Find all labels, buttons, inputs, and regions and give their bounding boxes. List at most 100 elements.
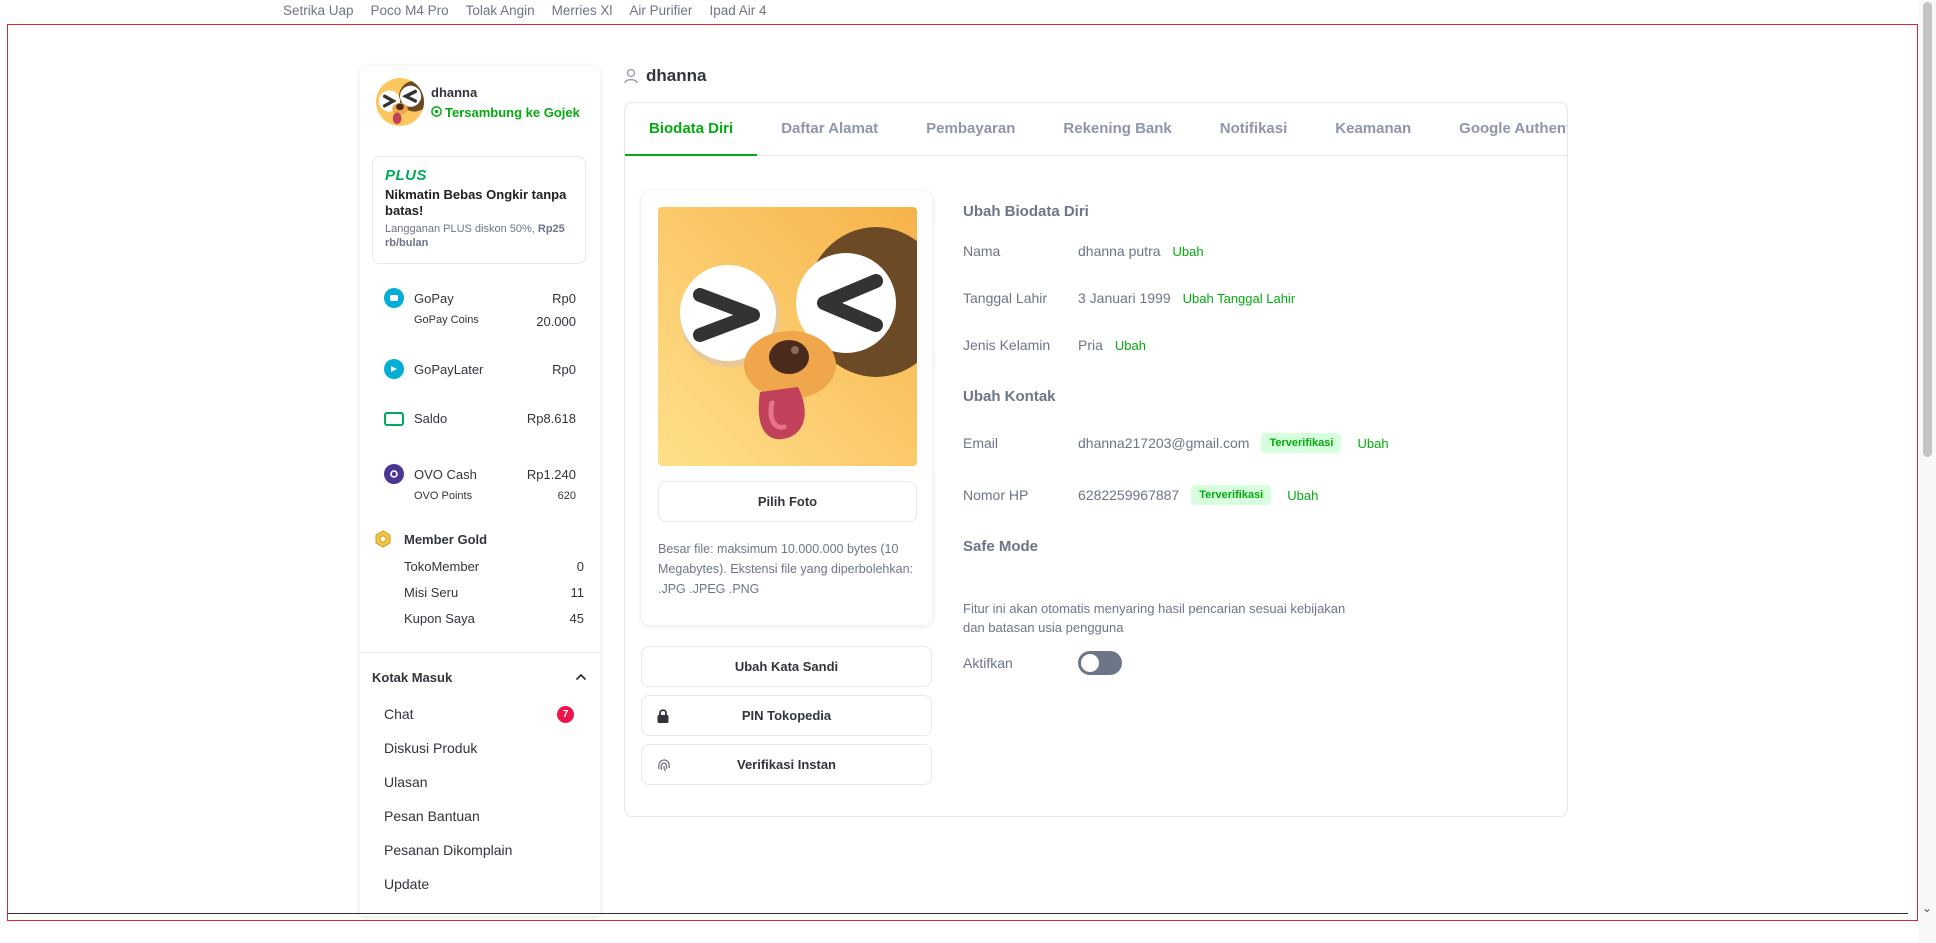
tab-notifikasi[interactable]: Notifikasi: [1196, 103, 1312, 155]
choose-photo-button[interactable]: Pilih Foto: [658, 481, 917, 522]
tab-daftar-alamat[interactable]: Daftar Alamat: [757, 103, 902, 155]
settings-tabs: Biodata Diri Daftar Alamat Pembayaran Re…: [625, 103, 1567, 156]
page-title-text: dhanna: [646, 66, 707, 85]
biodata-section-title: Ubah Biodata Diri: [963, 203, 1089, 220]
gender-label: Jenis Kelamin: [963, 337, 1051, 353]
email-verified-badge: Terverifikasi: [1261, 433, 1342, 453]
member-row-label: Misi Seru: [404, 585, 459, 600]
gopay-balance: Rp0: [552, 290, 576, 306]
member-gold-icon: [374, 530, 392, 548]
account-sidebar: dhanna Tersambung ke Gojek PLUS Nikmatin…: [360, 66, 600, 916]
sidebar-item-label: Update: [384, 876, 430, 892]
edit-phone-link[interactable]: Ubah: [1287, 488, 1318, 503]
phone-value: 6282259967887: [1078, 487, 1180, 503]
top-link[interactable]: Setrika Uap: [283, 3, 354, 18]
wallet-gopay[interactable]: GoPay Rp0 GoPay Coins 20.000: [384, 288, 576, 329]
profile-photo: [658, 207, 917, 466]
contact-section-title: Ubah Kontak: [963, 388, 1056, 405]
sidebar-item-update[interactable]: Update: [384, 876, 574, 910]
gojek-connection-link[interactable]: Tersambung ke Gojek: [431, 105, 580, 120]
member-row-label: Kupon Saya: [404, 611, 475, 626]
wallet-gopaylater[interactable]: GoPayLater Rp0: [384, 359, 576, 379]
name-label: Nama: [963, 243, 1001, 259]
dob-row: Tanggal Lahir 3 Januari 1999 Ubah Tangga…: [963, 290, 1295, 306]
safe-mode-toggle-label: Aktifkan: [963, 655, 1013, 671]
sidebar-item-label: Diskusi Produk: [384, 740, 478, 756]
safe-mode-description-line: Fitur ini akan otomatis menyaring hasil …: [963, 601, 1346, 616]
member-row-tokomember[interactable]: TokoMember 0: [404, 559, 584, 574]
safe-mode-title: Safe Mode: [963, 538, 1039, 555]
change-password-button[interactable]: Ubah Kata Sandi: [641, 646, 932, 687]
scroll-down-arrow-icon[interactable]: ⌄: [1922, 901, 1932, 915]
plus-description: Langganan PLUS diskon 50%, Rp25 rb/bulan: [385, 223, 565, 249]
member-gold-link[interactable]: Member Gold: [374, 530, 584, 548]
tab-google-authenticator[interactable]: Google Authenticator: [1435, 103, 1567, 155]
top-search-suggestions: Setrika Uap Poco M4 Pro Tolak Angin Merr…: [0, 0, 1936, 22]
profile-summary[interactable]: dhanna Tersambung ke Gojek: [376, 78, 580, 126]
inbox-header[interactable]: Kotak Masuk: [372, 670, 588, 685]
tab-pembayaran[interactable]: Pembayaran: [902, 103, 1039, 155]
ovo-label: OVO Cash: [414, 466, 477, 482]
safe-mode-toggle[interactable]: [1078, 651, 1122, 675]
member-row-value: 11: [570, 585, 585, 600]
phone-label: Nomor HP: [963, 487, 1029, 503]
page-title: dhanna: [624, 66, 706, 86]
dob-value: 3 Januari 1999: [1078, 290, 1171, 306]
ovo-icon: [384, 464, 404, 484]
sidebar-item-pesan-bantuan[interactable]: Pesan Bantuan: [384, 808, 574, 842]
avatar[interactable]: [376, 78, 424, 126]
sidebar-item-ulasan[interactable]: Ulasan: [384, 774, 574, 808]
page-scrollbar[interactable]: [1919, 0, 1936, 943]
edit-dob-link[interactable]: Ubah Tanggal Lahir: [1183, 291, 1296, 306]
gender-value: Pria: [1078, 337, 1103, 353]
member-row-misi-seru[interactable]: Misi Seru 11: [404, 585, 584, 600]
safe-mode-description: Fitur ini akan otomatis menyaring hasil …: [963, 599, 1363, 637]
safe-mode-description-line: dan batasan usia pengguna: [963, 620, 1124, 635]
gopaylater-label: GoPayLater: [414, 361, 484, 377]
top-link[interactable]: Ipad Air 4: [709, 3, 766, 18]
inbox-title: Kotak Masuk: [372, 670, 453, 685]
sidebar-item-pesanan-dikomplain[interactable]: Pesanan Dikomplain: [384, 842, 574, 876]
sidebar-item-label: Pesan Bantuan: [384, 808, 480, 824]
name-row: Nama dhanna putra Ubah: [963, 243, 1204, 259]
wallet-ovo[interactable]: OVO Cash Rp1.240 OVO Points 620: [384, 464, 576, 502]
member-row-value: 0: [576, 559, 584, 574]
scrollbar-thumb[interactable]: [1923, 2, 1932, 457]
sidebar-item-diskusi-produk[interactable]: Diskusi Produk: [384, 740, 574, 774]
pin-tokopedia-label: PIN Tokopedia: [741, 708, 832, 723]
saldo-balance: Rp8.618: [526, 411, 576, 426]
member-row-kupon-saya[interactable]: Kupon Saya 45: [404, 611, 584, 626]
edit-name-link[interactable]: Ubah: [1173, 244, 1204, 259]
chevron-up-icon[interactable]: [574, 670, 588, 685]
gojek-status-label: Tersambung ke Gojek: [445, 104, 580, 120]
tab-biodata-diri[interactable]: Biodata Diri: [625, 103, 758, 156]
sidebar-item-label: Pesanan Dikomplain: [384, 842, 513, 858]
tab-keamanan[interactable]: Keamanan: [1311, 103, 1435, 155]
plus-promo-card[interactable]: PLUS Nikmatin Bebas Ongkir tanpa batas! …: [372, 156, 586, 264]
top-link[interactable]: Poco M4 Pro: [371, 3, 449, 18]
member-row-value: 45: [569, 611, 584, 626]
edit-gender-link[interactable]: Ubah: [1115, 338, 1146, 353]
top-link[interactable]: Air Purifier: [629, 3, 692, 18]
edit-email-link[interactable]: Ubah: [1357, 436, 1388, 451]
change-password-label: Ubah Kata Sandi: [734, 659, 839, 674]
sidebar-item-chat[interactable]: Chat 7: [384, 706, 574, 740]
instant-verification-button[interactable]: Verifikasi Instan: [641, 744, 932, 785]
safe-mode-row: Aktifkan: [963, 651, 1122, 675]
plus-title: Nikmatin Bebas Ongkir tanpa batas!: [385, 187, 567, 218]
top-link[interactable]: Tolak Angin: [466, 3, 535, 18]
member-row-label: TokoMember: [404, 559, 480, 574]
gojek-icon: [431, 105, 442, 120]
wallet-saldo[interactable]: Saldo Rp8.618: [384, 411, 576, 426]
tab-rekening-bank[interactable]: Rekening Bank: [1039, 103, 1195, 155]
email-value: dhanna217203@gmail.com: [1078, 435, 1250, 451]
ovo-points-label: OVO Points: [414, 490, 473, 502]
member-gold-label: Member Gold: [404, 531, 488, 547]
top-link[interactable]: Merries Xl: [552, 3, 613, 18]
plus-logo: PLUS: [385, 167, 428, 184]
gopay-coins-label: GoPay Coins: [414, 314, 479, 326]
sidebar-item-label: Ulasan: [384, 774, 428, 790]
email-label: Email: [963, 435, 999, 451]
saldo-label: Saldo: [414, 411, 448, 426]
pin-tokopedia-button[interactable]: PIN Tokopedia: [641, 695, 932, 736]
